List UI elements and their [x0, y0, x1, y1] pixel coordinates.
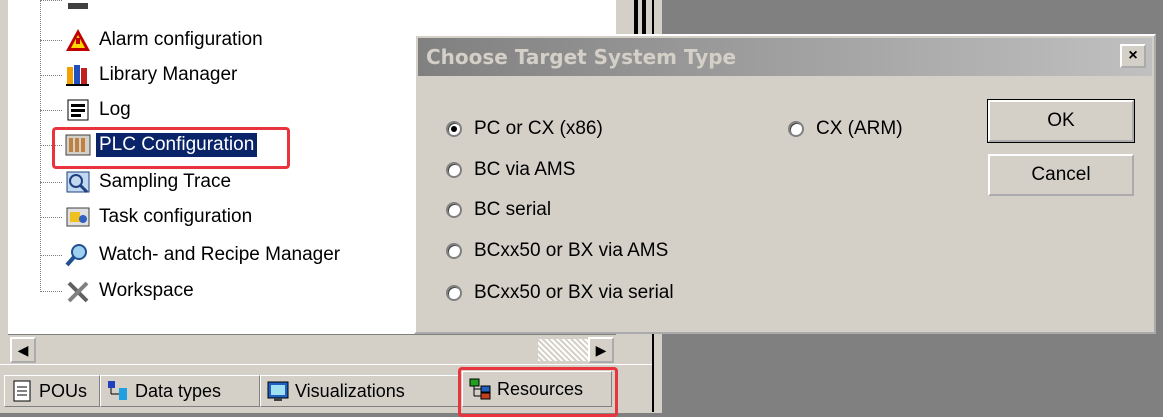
tree-item-log[interactable]: Log: [40, 93, 134, 127]
arrow-right-icon: ▶: [595, 341, 607, 358]
visualization-icon: [267, 380, 289, 402]
tree-item-label: Sampling Trace: [99, 171, 232, 192]
radio-label: PC or CX (x86): [474, 118, 603, 139]
radio-cx-arm[interactable]: CX (ARM): [788, 118, 903, 140]
radio-pc-or-cx-x86[interactable]: PC or CX (x86): [446, 118, 603, 140]
radio-label: BC via AMS: [474, 159, 576, 180]
close-button[interactable]: ×: [1120, 44, 1146, 68]
arrow-left-icon: ◀: [17, 341, 29, 358]
radio-selected-icon: [446, 121, 462, 137]
tab-data-types[interactable]: Data types: [100, 375, 260, 407]
tree-item-label: Log: [99, 99, 131, 120]
tree-item-label: Watch- and Recipe Manager: [99, 244, 341, 265]
radio-bc-serial[interactable]: BC serial: [446, 199, 551, 221]
dialog-title: Choose Target System Type: [426, 45, 737, 69]
tree-item-watch-recipe-manager[interactable]: Watch- and Recipe Manager: [40, 238, 343, 272]
alarm-icon: [64, 27, 92, 53]
cancel-button[interactable]: Cancel: [988, 154, 1134, 196]
radio-bcxx50-bx-via-ams[interactable]: BCxx50 or BX via AMS: [446, 240, 668, 262]
horizontal-scrollbar[interactable]: ◀ ▶: [8, 334, 616, 365]
scroll-thumb[interactable]: [538, 339, 588, 361]
log-icon: [64, 97, 92, 123]
close-icon: ×: [1128, 47, 1138, 64]
radio-icon: [446, 202, 462, 218]
scroll-left-button[interactable]: ◀: [10, 337, 36, 363]
tree-item-partial[interactable]: [40, 0, 96, 17]
radio-label: BCxx50 or BX via AMS: [474, 240, 669, 261]
radio-icon: [446, 285, 462, 301]
pou-icon: [11, 380, 33, 402]
tree-item-sampling-trace[interactable]: Sampling Trace: [40, 165, 234, 199]
radio-icon: [446, 243, 462, 259]
tree-item-label: Alarm configuration: [99, 29, 263, 50]
radio-label: BCxx50 or BX via serial: [474, 282, 674, 303]
magnifier-icon: [64, 242, 92, 268]
task-config-icon: [64, 204, 92, 230]
tree-item-label: Task configuration: [99, 206, 253, 227]
object-tab-bar: POUs Data types Visualizations Resources: [0, 364, 662, 417]
tree-item-alarm-configuration[interactable]: Alarm configuration: [40, 23, 266, 57]
ok-button[interactable]: OK: [987, 99, 1135, 143]
tree-item-library-manager[interactable]: Library Manager: [40, 58, 240, 92]
tree-item-label: Library Manager: [99, 64, 238, 85]
radio-icon: [788, 121, 804, 137]
sampling-trace-icon: [64, 169, 92, 195]
radio-label: BC serial: [474, 199, 552, 220]
document-icon: [64, 0, 92, 13]
tab-pous[interactable]: POUs: [4, 375, 100, 407]
tree-item-workspace[interactable]: Workspace: [40, 274, 197, 308]
radio-label: CX (ARM): [816, 118, 903, 139]
radio-icon: [446, 162, 462, 178]
radio-bcxx50-bx-via-serial[interactable]: BCxx50 or BX via serial: [446, 282, 674, 304]
dialog-titlebar[interactable]: Choose Target System Type ×: [418, 38, 1152, 76]
tree-item-task-configuration[interactable]: Task configuration: [40, 200, 255, 234]
tools-icon: [64, 278, 92, 304]
tree-item-label: Workspace: [99, 280, 194, 301]
choose-target-system-dialog: Choose Target System Type × PC or CX (x8…: [414, 34, 1156, 334]
resources-tab-highlight: [458, 367, 618, 417]
scroll-right-button[interactable]: ▶: [588, 337, 614, 363]
data-types-icon: [107, 380, 129, 402]
tab-visualizations[interactable]: Visualizations: [260, 375, 460, 407]
radio-bc-via-ams[interactable]: BC via AMS: [446, 159, 575, 181]
library-icon: [64, 62, 92, 88]
plc-configuration-highlight: [52, 127, 290, 169]
